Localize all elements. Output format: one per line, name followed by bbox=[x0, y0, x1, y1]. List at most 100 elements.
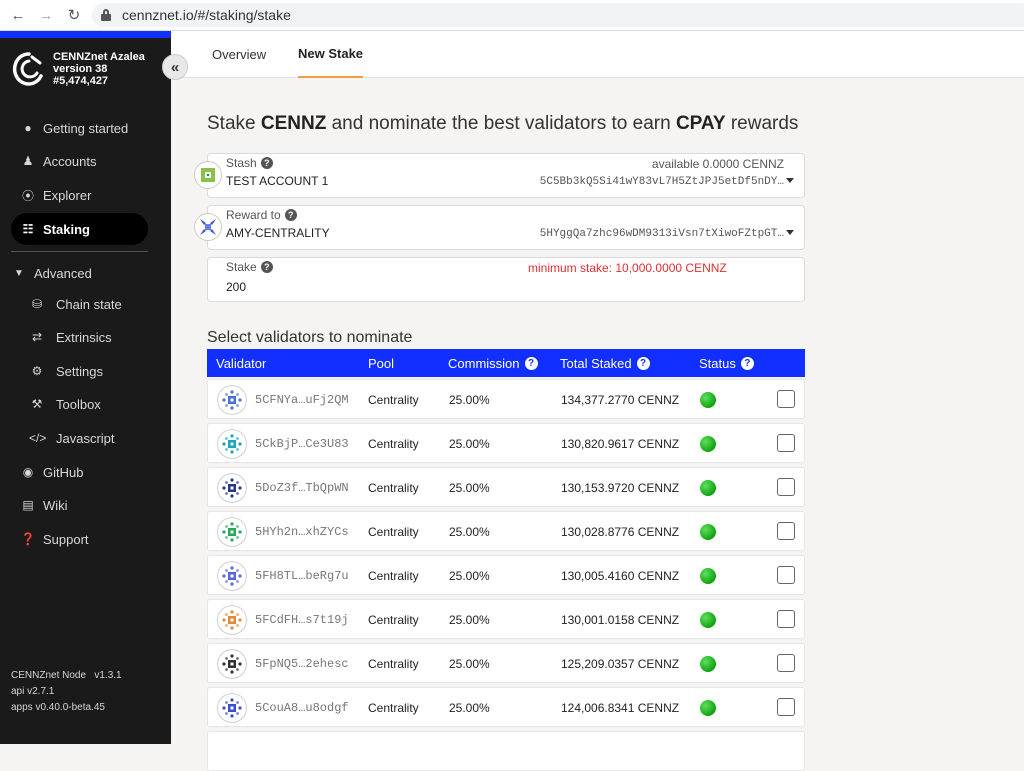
reload-icon[interactable]: ↻ bbox=[64, 5, 84, 25]
select-validator-checkbox[interactable] bbox=[777, 522, 795, 540]
table-row[interactable]: 5FH8TL…beRg7u Centrality 25.00% 130,005.416… bbox=[207, 555, 805, 595]
table-row[interactable]: 5HYh2n…xhZYCs Centrality 25.00% 130,028.877… bbox=[207, 511, 805, 551]
validator-pool: Centrality bbox=[368, 657, 419, 671]
stash-account-select[interactable]: Stash? TEST ACCOUNT 1 available 0.0000 C… bbox=[194, 153, 805, 198]
node-name: CENNZnet Node bbox=[11, 670, 87, 681]
stash-label: Stash? bbox=[226, 156, 273, 170]
table-row[interactable]: 5CkBjP…Ce3U83 Centrality 25.00% 130,820.961… bbox=[207, 423, 805, 463]
sidebar-item-github[interactable]: ◉ GitHub bbox=[11, 456, 148, 488]
validator-pool: Centrality bbox=[368, 437, 419, 451]
stash-identicon-icon bbox=[194, 161, 222, 189]
sidebar-section-advanced[interactable]: ▼ Advanced bbox=[11, 257, 148, 289]
collapse-sidebar-button[interactable]: « bbox=[162, 54, 188, 80]
help-icon[interactable]: ? bbox=[260, 261, 273, 273]
stake-warning: minimum stake: 10,000.0000 CENNZ bbox=[528, 261, 727, 275]
forward-arrow-icon[interactable]: → bbox=[36, 5, 56, 25]
select-validator-checkbox[interactable] bbox=[777, 610, 795, 628]
select-validator-checkbox[interactable] bbox=[777, 434, 795, 452]
validator-total-staked: 134,377.2770 CENNZ bbox=[561, 393, 680, 407]
column-header-commission: Commission? bbox=[448, 349, 538, 377]
help-icon[interactable]: ? bbox=[260, 157, 273, 169]
question-icon: ❓ bbox=[20, 532, 36, 546]
chevron-down-icon[interactable] bbox=[786, 178, 794, 183]
help-icon[interactable]: ? bbox=[740, 356, 754, 370]
sidebar-item-javascript[interactable]: </> Javascript bbox=[11, 422, 148, 454]
table-row[interactable]: 5CFNYa…uFj2QM Centrality 25.00% 134,377.277… bbox=[207, 379, 805, 419]
chevron-down-icon[interactable] bbox=[786, 230, 794, 235]
validator-commission: 25.00% bbox=[449, 657, 490, 671]
version-footer: CENNZnet Node v1.3.1 api v2.7.1 apps v0.… bbox=[11, 668, 122, 716]
validator-identicon-icon bbox=[217, 561, 247, 591]
help-icon[interactable]: ? bbox=[636, 356, 650, 370]
chain-info: CENNZnet Azalea version 38 #5,474,427 bbox=[53, 51, 145, 87]
sidebar-item-explorer[interactable]: ⦿ Explorer bbox=[11, 179, 148, 211]
sidebar-item-wiki[interactable]: ▤ Wiki bbox=[11, 489, 148, 521]
code-icon: </> bbox=[29, 431, 47, 445]
table-row[interactable] bbox=[207, 731, 805, 771]
validator-pool: Centrality bbox=[368, 525, 419, 539]
select-validator-checkbox[interactable] bbox=[777, 566, 795, 584]
sidebar-item-label: Chain state bbox=[56, 296, 122, 312]
sidebar-item-support[interactable]: ❓ Support bbox=[11, 523, 148, 555]
sidebar-item-getting-started[interactable]: ● Getting started bbox=[11, 112, 148, 144]
stash-available: available 0.0000 CENNZ bbox=[651, 157, 784, 171]
sidebar-item-settings[interactable]: ⚙ Settings bbox=[11, 355, 148, 387]
status-online-icon bbox=[700, 700, 716, 716]
select-validator-checkbox[interactable] bbox=[777, 478, 795, 496]
sidebar-item-accounts[interactable]: ♟ Accounts bbox=[11, 145, 148, 177]
validator-commission: 25.00% bbox=[449, 525, 490, 539]
title-token-cpay: CPAY bbox=[675, 113, 726, 134]
validator-pool: Centrality bbox=[368, 569, 419, 583]
sidebar-item-extrinsics[interactable]: ⇄ Extrinsics bbox=[11, 321, 148, 353]
address-bar[interactable]: cennznet.io/#/staking/stake bbox=[92, 3, 1024, 27]
tab-overview[interactable]: Overview bbox=[212, 31, 266, 78]
sidebar-item-label: Staking bbox=[43, 221, 90, 237]
select-validator-checkbox[interactable] bbox=[777, 390, 795, 408]
sidebar-item-label: Settings bbox=[56, 363, 103, 379]
table-row[interactable]: 5CouA8…u8odgf Centrality 25.00% 124,006.834… bbox=[207, 687, 805, 727]
select-validator-checkbox[interactable] bbox=[777, 698, 795, 716]
validator-total-staked: 130,005.4160 CENNZ bbox=[561, 569, 680, 583]
api-version: api v2.7.1 bbox=[11, 686, 55, 697]
table-row[interactable]: 5DoZ3f…TbQpWN Centrality 25.00% 130,153.972… bbox=[207, 467, 805, 507]
sidebar-item-label: Explorer bbox=[43, 187, 92, 203]
back-arrow-icon[interactable]: ← bbox=[8, 5, 28, 25]
tabs-bar: Overview New Stake bbox=[171, 31, 1024, 78]
sidebar-item-staking[interactable]: ☷ Staking bbox=[11, 213, 148, 245]
reward-account-select[interactable]: Reward to? AMY-CENTRALITY 5HYggQa7zhc96w… bbox=[194, 205, 805, 250]
lock-icon bbox=[101, 9, 111, 21]
tab-new-stake[interactable]: New Stake bbox=[298, 31, 364, 78]
validator-address: 5CkBjP…Ce3U83 bbox=[255, 437, 349, 451]
title-token-cennz: CENNZ bbox=[260, 113, 327, 134]
reward-address: 5HYggQa7zhc96wDM9313iVsn7tXiwoFZtpGT… bbox=[539, 228, 784, 240]
validator-identicon-icon bbox=[217, 429, 247, 459]
select-validator-checkbox[interactable] bbox=[777, 654, 795, 672]
chain-version: version 38 bbox=[53, 63, 108, 75]
help-icon[interactable]: ? bbox=[284, 209, 297, 221]
sidebar-item-toolbox[interactable]: ⚒ Toolbox bbox=[11, 388, 148, 420]
wrench-icon: ⚒ bbox=[31, 397, 43, 411]
sidebar-item-label: Getting started bbox=[43, 120, 129, 136]
column-header-validator: Validator bbox=[216, 355, 267, 371]
url-text[interactable]: cennznet.io/#/staking/stake bbox=[122, 7, 291, 23]
best-block: #5,474,427 bbox=[53, 75, 109, 87]
validator-commission: 25.00% bbox=[449, 613, 490, 627]
validator-identicon-icon bbox=[217, 517, 247, 547]
status-online-icon bbox=[700, 568, 716, 584]
validator-pool: Centrality bbox=[368, 481, 419, 495]
stake-amount-input[interactable]: Stake? 200 minimum stake: 10,000.0000 CE… bbox=[207, 257, 805, 302]
validator-address: 5FpNQ5…2ehesc bbox=[255, 657, 349, 671]
cennznet-logo-icon[interactable] bbox=[12, 51, 46, 87]
validator-address: 5CouA8…u8odgf bbox=[255, 701, 349, 715]
table-row[interactable]: 5FCdFH…s7t19j Centrality 25.00% 130,001.015… bbox=[207, 599, 805, 639]
table-row[interactable]: 5FpNQ5…2ehesc Centrality 25.00% 125,209.035… bbox=[207, 643, 805, 683]
sidebar-item-chain-state[interactable]: ⛁ Chain state bbox=[11, 288, 148, 320]
node-version: v1.3.1 bbox=[94, 670, 122, 681]
help-icon[interactable]: ? bbox=[524, 356, 538, 370]
validator-total-staked: 130,153.9720 CENNZ bbox=[561, 481, 680, 495]
validator-identicon-icon bbox=[217, 605, 247, 635]
validator-total-staked: 130,028.8776 CENNZ bbox=[561, 525, 680, 539]
sidebar: CENNZnet Azalea version 38 #5,474,427 ● … bbox=[0, 31, 171, 744]
stake-value[interactable]: 200 bbox=[226, 280, 246, 294]
validator-address: 5DoZ3f…TbQpWN bbox=[255, 481, 349, 495]
